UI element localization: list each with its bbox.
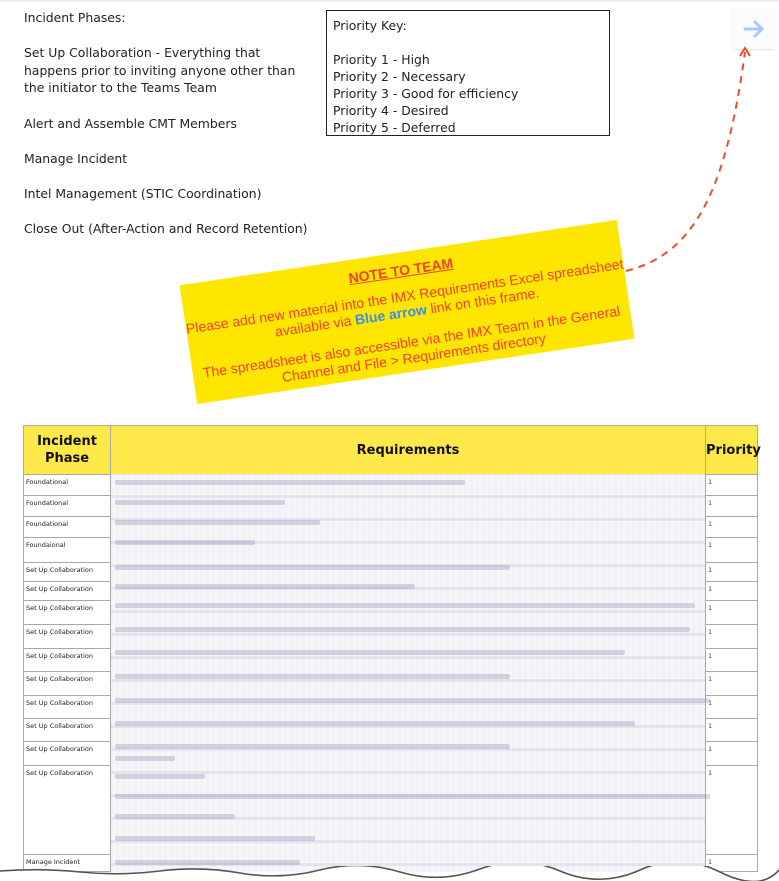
cell-incident-phase: Set Up Collaboration: [23, 562, 111, 582]
cell-priority: 1: [705, 516, 758, 538]
obscured-text-line: [115, 565, 510, 570]
cell-priority: 1: [705, 718, 758, 742]
cell-priority: 1: [705, 624, 758, 649]
obscured-text-line: [115, 500, 285, 505]
cell-priority: 1: [705, 741, 758, 766]
obscured-text-line: [115, 650, 625, 655]
header-incident-phase: Incident Phase: [23, 425, 111, 475]
obscured-text-line: [115, 836, 315, 841]
phase-item: Intel Management (STIC Coordination): [24, 185, 262, 201]
phase-item: Set Up Collaboration - Everything that h…: [24, 45, 296, 96]
obscured-text-line: [115, 814, 235, 819]
obscured-requirements-content: [111, 474, 710, 872]
cell-priority: 1: [705, 474, 758, 496]
obscured-text-line: [115, 540, 255, 545]
top-border: [0, 0, 779, 2]
cell-priority: 1: [705, 648, 758, 672]
obscured-text-line: [115, 744, 510, 749]
obscured-text-line: [115, 774, 205, 779]
priority-key-item: Priority 3 - Good for efficiency: [333, 86, 519, 101]
cell-priority: 1: [705, 671, 758, 696]
obscured-text-line: [115, 674, 510, 679]
phase-item: Manage Incident: [24, 150, 128, 166]
cell-incident-phase: Set Up Collaboration: [23, 581, 111, 601]
cell-priority: 1: [705, 581, 758, 601]
cell-incident-phase: Set Up Collaboration: [23, 718, 111, 742]
priority-key-item: Priority 2 - Necessary: [333, 69, 466, 84]
table-header-row: Incident Phase Requirements Priority: [23, 425, 761, 475]
cell-incident-phase: Set Up Collaboration: [23, 671, 111, 696]
cell-priority: 1: [705, 695, 758, 719]
cell-incident-phase: Set Up Collaboration: [23, 600, 111, 625]
torn-edge: [0, 866, 779, 881]
cell-incident-phase: Foundational: [23, 516, 111, 538]
obscured-text-line: [115, 627, 690, 632]
obscured-text-line: [115, 584, 415, 589]
cell-priority: 1: [705, 600, 758, 625]
incident-phases-text: Incident Phases: Set Up Collaboration - …: [24, 9, 314, 255]
phases-heading: Incident Phases:: [24, 10, 126, 25]
cell-priority: 1: [705, 495, 758, 517]
cell-priority: 1: [705, 562, 758, 582]
obscured-text-line: [115, 721, 635, 726]
spreadsheet-link-button[interactable]: [733, 9, 774, 49]
priority-key-box: Priority Key: Priority 1 - High Priority…: [326, 10, 610, 136]
cell-incident-phase: Set Up Collaboration: [23, 648, 111, 672]
header-requirements: Requirements: [110, 425, 706, 475]
cell-priority: 1: [705, 537, 758, 563]
cell-incident-phase: Foundaional: [23, 537, 111, 563]
cell-incident-phase: Foundational: [23, 495, 111, 517]
priority-key-item: Priority 1 - High: [333, 52, 430, 67]
phase-item: Close Out (After-Action and Record Reten…: [24, 221, 308, 237]
cell-incident-phase: Foundational: [23, 474, 111, 496]
priority-key-item: Priority 5 - Deferred: [333, 120, 456, 135]
obscured-text-line: [115, 860, 300, 865]
priority-key-item: Priority 4 - Desired: [333, 103, 449, 118]
priority-key-title: Priority Key:: [333, 18, 407, 33]
obscured-text-line: [115, 756, 175, 761]
obscured-text-line: [115, 603, 695, 608]
phase-item: Alert and Assemble CMT Members: [24, 115, 237, 131]
cell-incident-phase: Set Up Collaboration: [23, 695, 111, 719]
obscured-text-line: [115, 480, 465, 485]
cell-incident-phase: Set Up Collaboration: [23, 741, 111, 766]
cell-incident-phase: Set Up Collaboration: [23, 624, 111, 649]
obscured-text-line: [115, 794, 710, 799]
obscured-text-line: [115, 520, 320, 525]
header-priority: Priority: [705, 425, 761, 475]
obscured-text-line: [115, 698, 710, 703]
cell-incident-phase: Set Up Collaboration: [23, 765, 111, 855]
arrow-right-icon: [743, 20, 763, 38]
cell-priority: 1: [705, 765, 758, 855]
